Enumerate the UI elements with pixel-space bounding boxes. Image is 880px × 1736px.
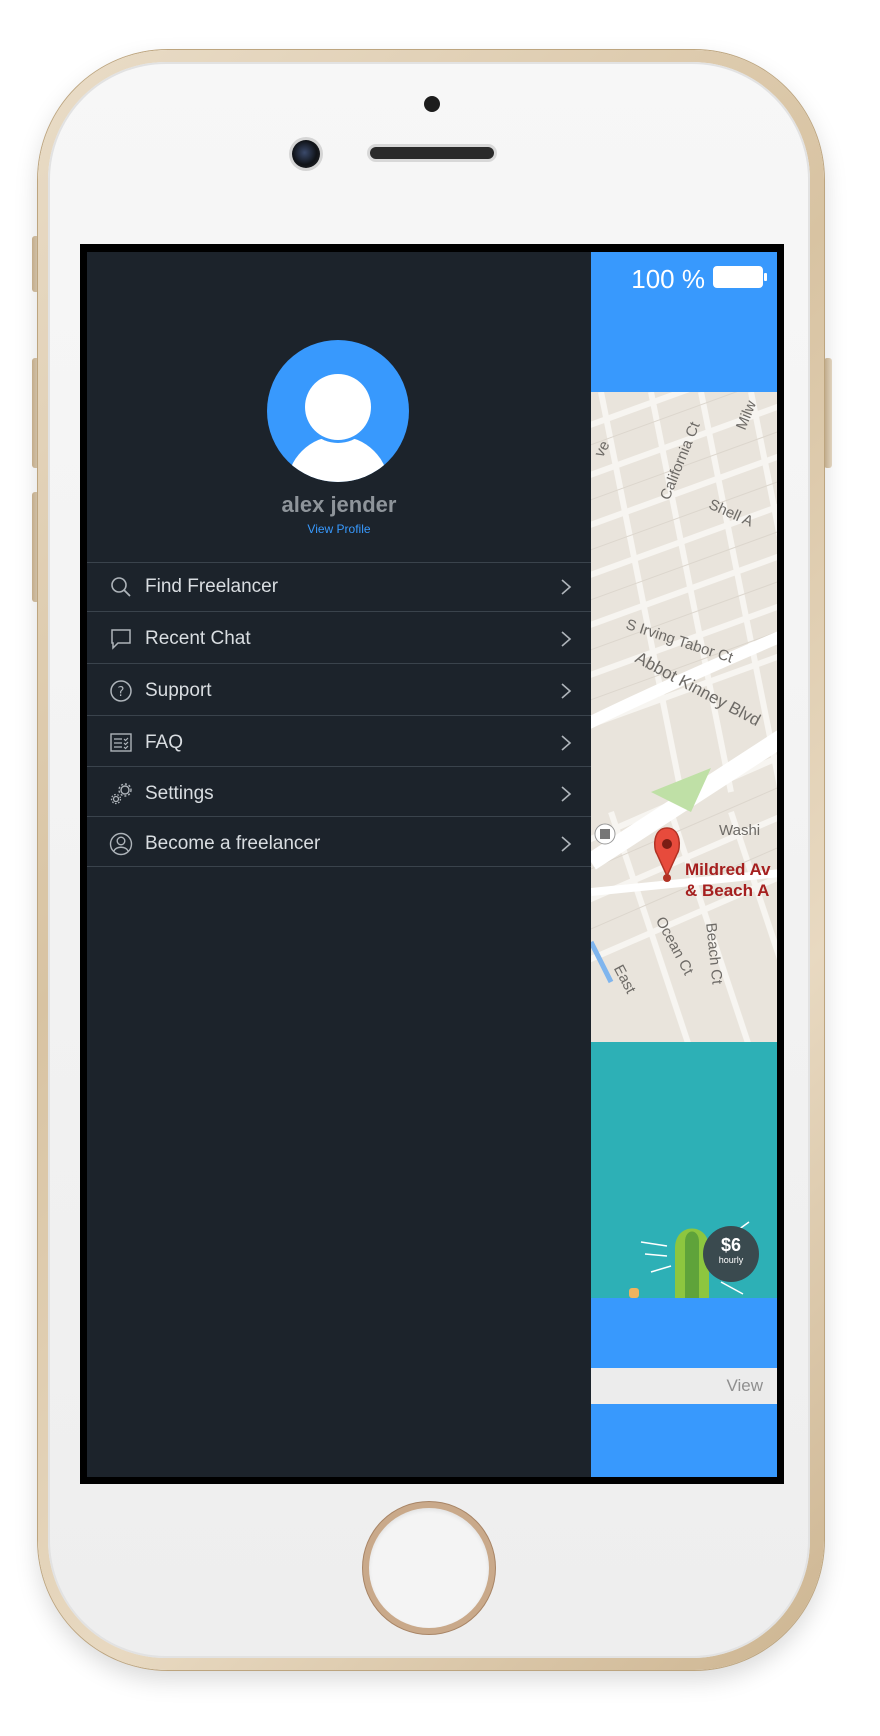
location-label: Mildred Av [685,860,771,879]
device-mockup: 100 % California Ct Milw Shell A ve S Ir… [0,0,880,1736]
search-icon [109,575,133,599]
price-unit: hourly [718,1255,744,1265]
chevron-right-icon [559,577,573,597]
menu-item-label: FAQ [145,732,184,753]
status-bar: 100 % [591,252,777,392]
menu-item-label: Settings [145,783,214,804]
view-button-label: View [726,1376,763,1395]
street-label: Washi [719,822,761,839]
avatar[interactable] [267,340,409,482]
power-button [824,358,832,468]
menu-item-faq[interactable]: FAQ [87,716,591,767]
help-circle-icon: ? [109,679,133,703]
home-button[interactable] [369,1508,489,1628]
chevron-right-icon [559,834,573,854]
chevron-right-icon [559,629,573,649]
hourly-rate-badge: $6 hourly [703,1226,759,1282]
menu-item-label: Find Freelancer [145,576,279,597]
menu-item-support[interactable]: ? Support [87,664,591,716]
menu-item-find-freelancer[interactable]: Find Freelancer [87,563,591,612]
view-profile-link[interactable]: View Profile [87,522,591,536]
chevron-right-icon [559,784,573,804]
menu-item-become-freelancer[interactable]: Become a freelancer [87,817,591,867]
avatar-body-shape [287,436,389,482]
main-app-panel[interactable]: 100 % California Ct Milw Shell A ve S Ir… [591,252,777,1477]
battery-icon [713,266,767,288]
screen-content: 100 % California Ct Milw Shell A ve S Ir… [87,252,777,1477]
chevron-right-icon [559,681,573,701]
phone-screen: 100 % California Ct Milw Shell A ve S Ir… [80,244,784,1484]
menu-item-label: Become a freelancer [145,833,321,854]
svg-text:?: ? [118,685,125,700]
menu-item-recent-chat[interactable]: Recent Chat [87,612,591,664]
menu-item-label: Support [145,680,212,701]
avatar-head-shape [305,374,371,440]
menu-item-label: Recent Chat [145,628,251,649]
proximity-sensor [424,96,440,112]
chevron-right-icon [559,733,573,753]
price-value: $6 [720,1235,742,1255]
location-label: & Beach A [685,881,770,900]
view-button-bar[interactable]: View [591,1368,777,1404]
chat-bubble-icon [109,627,133,651]
map-view[interactable]: California Ct Milw Shell A ve S Irving T… [591,392,777,1042]
front-camera [292,140,320,168]
freelancer-card[interactable]: $6 hourly [591,1042,777,1298]
user-name: alex jender [281,492,397,517]
drawer-menu: Find Freelancer Recent Chat ? Support FA… [87,562,591,867]
battery-percentage: 100 % [631,264,705,294]
menu-item-settings[interactable]: Settings [87,767,591,817]
gears-icon [109,782,133,806]
navigation-drawer: alex jender View Profile Find Freelancer [87,252,591,1477]
user-outline-icon [109,832,133,856]
earpiece-speaker [370,147,494,159]
faq-list-icon [109,731,133,755]
